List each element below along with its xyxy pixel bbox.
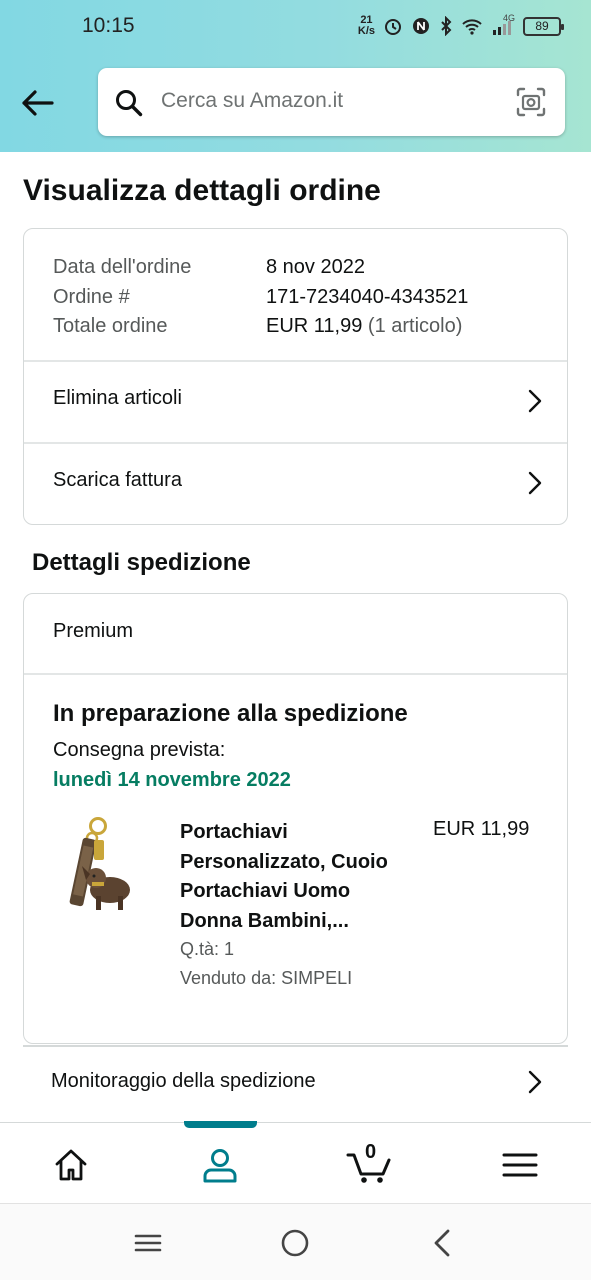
camera-search-icon[interactable]: [515, 86, 547, 118]
status-icons: 21 K/s 4G 89: [357, 12, 564, 40]
order-number-label: Ordine #: [53, 285, 130, 308]
bottom-nav: 0: [0, 1121, 591, 1202]
search-input[interactable]: Cerca su Amazon.it: [161, 89, 343, 113]
recent-apps-icon[interactable]: [131, 1226, 165, 1260]
tracking-row[interactable]: Monitoraggio della spedizione: [23, 1047, 568, 1121]
wifi-icon: [462, 19, 482, 35]
order-total-label: Totale ordine: [53, 315, 168, 337]
nfc-icon: [413, 18, 429, 34]
cart-count: 0: [365, 1141, 377, 1163]
menu-icon[interactable]: [500, 1145, 540, 1185]
shipment-status: In preparazione alla spedizione: [53, 700, 408, 727]
system-nav-bar: [0, 1203, 591, 1280]
shipment-card: Premium In preparazione alla spedizione …: [23, 593, 568, 1044]
order-info-values: 8 nov 2022 171-7234040-4343521 EUR 11,99…: [266, 253, 468, 342]
order-date-value: 8 nov 2022: [266, 256, 365, 278]
active-tab-indicator: [184, 1121, 257, 1128]
order-summary-card: Data dell'ordine Ordine # Totale ordine …: [23, 228, 568, 525]
chevron-right-icon: [528, 1070, 542, 1094]
status-time: 10:15: [82, 14, 135, 37]
delete-items-row[interactable]: Elimina articoli: [24, 361, 567, 442]
divider: [24, 673, 567, 675]
product-quantity: Q.tà: 1: [180, 939, 235, 959]
download-invoice-row[interactable]: Scarica fattura: [24, 443, 567, 524]
product-image[interactable]: [52, 816, 144, 924]
order-total-value: EUR 11,99 (1 articolo): [266, 315, 463, 337]
order-item-count: (1 articolo): [367, 315, 463, 337]
download-invoice-label: Scarica fattura: [53, 469, 182, 491]
back-arrow-icon[interactable]: [18, 84, 56, 122]
signal-icon: 4G: [491, 13, 515, 37]
order-date-label: Data dell'ordine: [53, 256, 192, 278]
product-title[interactable]: Portachiavi Personalizzato, Cuoio Portac…: [180, 818, 416, 936]
delivery-label: Consegna prevista:: [53, 739, 226, 761]
order-number-value: 171-7234040-4343521: [266, 285, 469, 308]
product-price: EUR 11,99: [433, 818, 530, 840]
search-bar[interactable]: Cerca su Amazon.it: [98, 68, 565, 136]
system-back-icon[interactable]: [426, 1226, 460, 1260]
shipment-section-title: Dettagli spedizione: [32, 549, 251, 576]
bluetooth-icon: [441, 16, 452, 36]
network-speed: 21 K/s: [357, 14, 375, 37]
delete-items-label: Elimina articoli: [53, 387, 182, 409]
page-title: Visualizza dettagli ordine: [23, 174, 381, 207]
battery-icon: 89: [523, 16, 564, 36]
delivery-date: lunedì 14 novembre 2022: [53, 769, 291, 791]
app-header: 10:15 21 K/s 4G 89 Cerca su Amazon.it: [0, 0, 591, 152]
product-seller: Venduto da: SIMPELI: [180, 968, 353, 988]
account-icon[interactable]: [200, 1145, 240, 1185]
home-icon[interactable]: [51, 1145, 91, 1185]
alarm-icon: [385, 19, 401, 35]
order-info-labels: Data dell'ordine Ordine # Totale ordine: [53, 253, 191, 342]
chevron-right-icon: [528, 389, 542, 413]
shipping-service: Premium: [53, 620, 134, 642]
home-button-icon[interactable]: [278, 1226, 312, 1260]
chevron-right-icon: [528, 471, 542, 495]
search-icon: [116, 90, 143, 117]
tracking-label: Monitoraggio della spedizione: [51, 1070, 316, 1092]
